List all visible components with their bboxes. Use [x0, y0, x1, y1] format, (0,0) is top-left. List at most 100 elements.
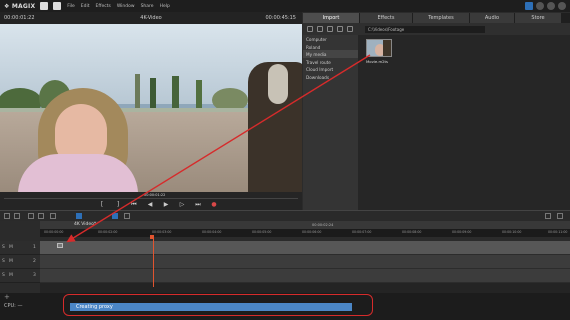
- gear-icon[interactable]: [536, 2, 544, 10]
- split-icon[interactable]: [50, 213, 56, 219]
- timeline-menu-icon[interactable]: [557, 213, 563, 219]
- media-pool-tabs: Import Effects Templates Audio Store: [303, 13, 570, 23]
- cut-icon[interactable]: [38, 213, 44, 219]
- ruler-tick: 00:00:09:00: [452, 230, 472, 234]
- sort-icon[interactable]: [327, 26, 333, 32]
- track-1[interactable]: [40, 241, 570, 255]
- ruler-top-timecode: 00:00:02:24: [312, 223, 334, 227]
- media-file-name: Movie.m2ts: [366, 59, 389, 64]
- sidebar-item-travel-route[interactable]: Travel route: [303, 58, 358, 66]
- track-s-toggle[interactable]: S: [2, 245, 5, 250]
- grid-view-icon[interactable]: [307, 26, 313, 32]
- player-duration: 00:00:45:15: [265, 15, 296, 21]
- menu-window[interactable]: Window: [117, 4, 135, 9]
- ruler-tick: 00:00:04:00: [202, 230, 222, 234]
- undo-icon[interactable]: [4, 213, 10, 219]
- user-icon[interactable]: [558, 2, 566, 10]
- media-thumbnail[interactable]: [366, 39, 392, 57]
- ruler-tick: 00:00:08:00: [402, 230, 422, 234]
- track-number: 2: [33, 259, 36, 264]
- top-right-icons: [525, 2, 566, 10]
- menu-help[interactable]: Help: [160, 4, 170, 9]
- player-title: 4K-Video: [140, 15, 162, 21]
- sidebar-item-downloads[interactable]: Downloads: [303, 73, 358, 81]
- play-button[interactable]: ▶: [162, 201, 170, 209]
- menu-file[interactable]: File: [67, 4, 75, 9]
- annotation-box-progress: [63, 294, 373, 316]
- track-header-1[interactable]: SM 1: [0, 241, 40, 255]
- media-pool-sidebar: Computer Roland My media Travel route Cl…: [303, 35, 358, 210]
- ruler-tick: 00:00:03:00: [152, 230, 172, 234]
- video-preview[interactable]: [0, 24, 302, 192]
- magix-editor-window: ❖ MAGIX File Edit Effects Window Share H…: [0, 0, 570, 320]
- help-icon[interactable]: [547, 2, 555, 10]
- ruler-tick: 00:00:02:00: [98, 230, 118, 234]
- go-end-button[interactable]: ⏭: [194, 201, 202, 209]
- trim-mode-icon[interactable]: [112, 213, 118, 219]
- sidebar-item-my-media[interactable]: My media: [303, 50, 358, 58]
- magnet-icon[interactable]: [124, 213, 130, 219]
- media-file-area: Movie.m2ts: [358, 35, 570, 210]
- video-person-hand: [268, 64, 288, 104]
- app-logo: ❖ MAGIX: [4, 2, 36, 10]
- save-icon[interactable]: [53, 2, 62, 10]
- transport-controls: [ ] ⏮ ◀ ▶ ▷ ⏭ ●: [98, 201, 218, 209]
- transport-bar: 00:00:01:22 [ ] ⏮ ◀ ▶ ▷ ⏭ ●: [0, 192, 302, 210]
- menu-effects[interactable]: Effects: [96, 4, 111, 9]
- timeline-ruler[interactable]: 00:00:00:00 00:00:02:00 00:00:03:00 00:0…: [40, 229, 570, 237]
- tab-templates[interactable]: Templates: [413, 13, 469, 23]
- playhead-line: [153, 237, 154, 287]
- thumbnail-person: [383, 40, 391, 56]
- top-menu-bar: ❖ MAGIX File Edit Effects Window Share H…: [0, 0, 570, 12]
- mouse-mode-icon[interactable]: [76, 213, 82, 219]
- track-number: 3: [33, 273, 36, 278]
- list-view-icon[interactable]: [317, 26, 323, 32]
- sidebar-item-cloud-import[interactable]: Cloud Import: [303, 65, 358, 73]
- tab-audio[interactable]: Audio: [470, 13, 514, 23]
- step-forward-button[interactable]: ▷: [178, 201, 186, 209]
- layout-icon[interactable]: [525, 2, 533, 10]
- cpu-label: CPU: —: [4, 303, 23, 309]
- tab-import[interactable]: Import: [303, 13, 359, 23]
- track-header-2[interactable]: SM 2: [0, 255, 40, 269]
- settings-icon[interactable]: [337, 26, 343, 32]
- video-girl-coat: [18, 154, 138, 192]
- timeline-lower-area: [40, 283, 570, 293]
- record-button[interactable]: ●: [210, 201, 218, 209]
- preview-scrubber[interactable]: 00:00:01:22: [4, 193, 298, 199]
- media-path-field[interactable]: C:\Videos\Footage: [365, 25, 485, 33]
- timeline-title: 4K Video*: [40, 221, 570, 229]
- folder-up-icon[interactable]: [347, 26, 353, 32]
- track-header-3[interactable]: SM 3: [0, 269, 40, 283]
- track-s-toggle[interactable]: S: [2, 273, 5, 278]
- track-m-toggle[interactable]: M: [9, 273, 13, 278]
- new-file-icon[interactable]: [40, 2, 49, 10]
- menu-edit[interactable]: Edit: [81, 4, 90, 9]
- step-back-button[interactable]: ◀: [146, 201, 154, 209]
- ruler-tick: 00:00:00:00: [44, 230, 64, 234]
- zoom-icon[interactable]: [545, 213, 551, 219]
- player-header: 00:00:01:22 4K-Video 00:00:45:15: [0, 12, 302, 24]
- track-2[interactable]: [40, 255, 570, 269]
- scrubber-timecode: 00:00:01:22: [144, 193, 166, 197]
- add-track-icon[interactable]: +: [4, 293, 10, 301]
- tab-store[interactable]: Store: [515, 13, 561, 23]
- main-menu: File Edit Effects Window Share Help: [67, 4, 176, 9]
- delete-icon[interactable]: [28, 213, 34, 219]
- tab-effects[interactable]: Effects: [360, 13, 412, 23]
- sidebar-item-computer[interactable]: Computer: [303, 35, 358, 43]
- ruler-tick: 00:00:07:00: [352, 230, 372, 234]
- sidebar-item-roland[interactable]: Roland: [303, 43, 358, 51]
- ruler-tick: 00:00:06:00: [302, 230, 322, 234]
- redo-icon[interactable]: [14, 213, 20, 219]
- clip-insert-marker: [57, 243, 63, 248]
- track-3[interactable]: [40, 269, 570, 283]
- track-m-toggle[interactable]: M: [9, 259, 13, 264]
- menu-share[interactable]: Share: [141, 4, 154, 9]
- go-start-button[interactable]: ⏮: [130, 201, 138, 209]
- mark-out-button[interactable]: ]: [114, 201, 122, 209]
- track-m-toggle[interactable]: M: [9, 245, 13, 250]
- mark-in-button[interactable]: [: [98, 201, 106, 209]
- track-number: 1: [33, 245, 36, 250]
- track-s-toggle[interactable]: S: [2, 259, 5, 264]
